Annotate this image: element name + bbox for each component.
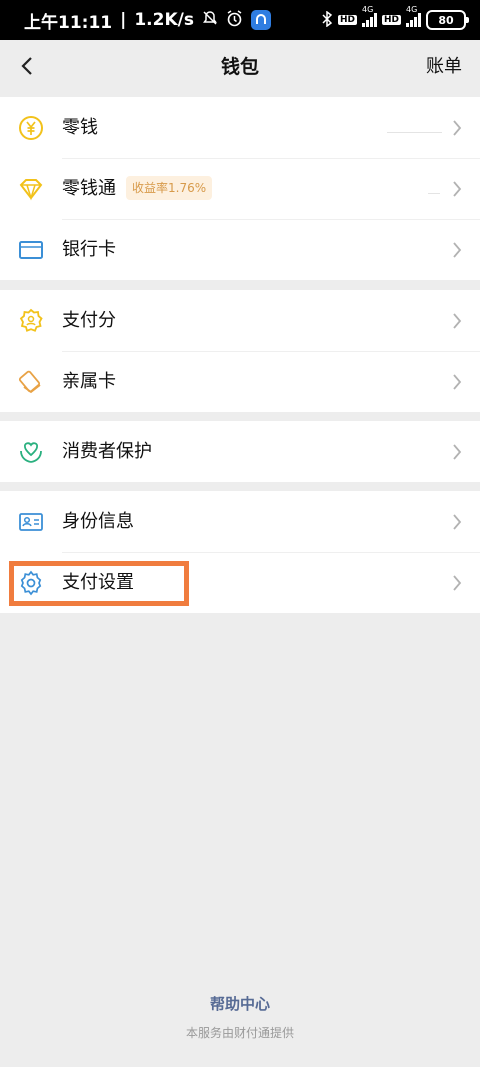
menu-item-lingqiantong[interactable]: 零钱通 收益率1.76% (0, 158, 480, 219)
gear-icon (18, 570, 44, 596)
alarm-clock-icon (226, 9, 243, 31)
status-time: 上午11:11 (24, 12, 113, 33)
menu-item-pay-score[interactable]: 支付分 (0, 290, 480, 351)
menu-item-change[interactable]: 零钱 (0, 97, 480, 158)
menu-item-label: 零钱 (62, 117, 98, 138)
chevron-right-icon (453, 313, 462, 329)
menu-item-label: 支付分 (62, 310, 116, 331)
wallet-screen: 上午11:11 | 1.2K/s HD 4G HD 4G 80 钱包 账单 零钱… (0, 0, 480, 1067)
service-provider-note: 本服务由财付通提供 (185, 1026, 294, 1040)
wallet-group-3: 消费者保护 (0, 421, 480, 482)
pay-score-icon (18, 308, 44, 334)
wallet-group-4: 身份信息 支付设置 (0, 491, 480, 613)
signal-icon-2: 4G (406, 5, 421, 27)
wallet-group-1: 零钱 零钱通 收益率1.76% 银行卡 (0, 97, 480, 280)
diamond-icon (18, 176, 44, 202)
bluetooth-icon (321, 10, 333, 30)
battery-indicator: 80 (426, 10, 469, 30)
family-card-icon (18, 369, 44, 395)
consumer-protection-icon (18, 439, 44, 465)
chevron-right-icon (453, 444, 462, 460)
chevron-right-icon (453, 575, 462, 591)
wallet-group-2: 支付分 亲属卡 (0, 290, 480, 412)
status-bar: 上午11:11 | 1.2K/s HD 4G HD 4G 80 (0, 0, 480, 40)
menu-item-identity-info[interactable]: 身份信息 (0, 491, 480, 552)
chevron-right-icon (453, 242, 462, 258)
nav-bar: 钱包 账单 (0, 40, 480, 96)
chevron-right-icon (453, 181, 462, 197)
app-notification-icon (250, 10, 271, 30)
yield-badge: 收益率1.76% (126, 176, 213, 200)
menu-item-consumer-protection[interactable]: 消费者保护 (0, 421, 480, 482)
chevron-right-icon (453, 120, 462, 136)
menu-item-label: 身份信息 (62, 511, 134, 532)
signal-icon-1: 4G (361, 5, 377, 27)
menu-item-label: 银行卡 (62, 239, 116, 260)
hd-badge-2: HD (381, 15, 401, 25)
menu-item-bank-card[interactable]: 银行卡 (0, 219, 480, 280)
menu-item-label: 支付设置 (62, 572, 134, 593)
chevron-right-icon (453, 374, 462, 390)
bank-card-icon (18, 237, 44, 263)
bill-button[interactable]: 账单 (426, 52, 462, 78)
yuan-coin-icon (18, 115, 44, 141)
menu-item-family-card[interactable]: 亲属卡 (0, 351, 480, 412)
menu-item-label: 零钱通 (62, 178, 116, 199)
chevron-right-icon (453, 514, 462, 530)
id-card-icon (18, 509, 44, 535)
bell-muted-icon (202, 10, 218, 30)
hd-badge-1: HD (337, 15, 357, 25)
help-center-link[interactable]: 帮助中心 (0, 993, 480, 1014)
network-speed: 1.2K/s (134, 10, 194, 30)
menu-item-label: 亲属卡 (62, 371, 116, 392)
menu-item-payment-settings[interactable]: 支付设置 (0, 552, 480, 613)
page-title: 钱包 (220, 56, 259, 78)
menu-item-label: 消费者保护 (62, 441, 152, 462)
